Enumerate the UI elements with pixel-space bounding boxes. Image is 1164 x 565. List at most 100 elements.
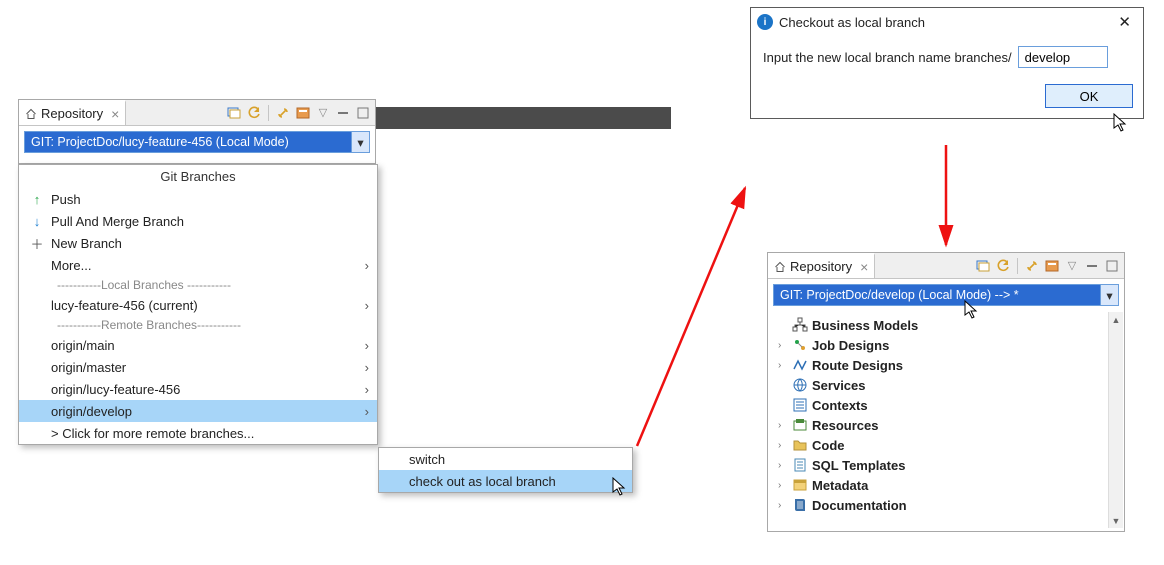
chevron-right-icon: › [778,500,788,511]
menu-click-more-remote[interactable]: > Click for more remote branches... [19,422,377,444]
chevron-down-icon[interactable]: ▾ [1100,285,1118,305]
hierarchy-icon [792,317,808,333]
tree-node-documentation[interactable]: › Documentation [778,495,1124,515]
job-icon [792,337,808,353]
local-branches-divider: -----------Local Branches ----------- [19,276,377,294]
collapse-all-icon[interactable] [226,105,242,121]
maximize-icon[interactable] [1104,258,1120,274]
chevron-right-icon: › [365,360,369,375]
editor-dark-bar [376,107,671,129]
repository-tree: Business Models › Job Designs › Route De… [768,311,1124,519]
chevron-right-icon: › [778,440,788,451]
menu-remote-lucy[interactable]: origin/lucy-feature-456 › [19,378,377,400]
separator-icon [268,105,269,121]
close-icon[interactable]: × [860,259,868,275]
filter-icon[interactable] [295,105,311,121]
tree-node-job-designs[interactable]: › Job Designs [778,335,1124,355]
repository-tab[interactable]: Repository × [19,100,126,125]
close-icon[interactable]: × [111,106,119,122]
git-branches-menu: Git Branches ↑ Push ↓ Pull And Merge Bra… [18,164,378,445]
book-icon [792,497,808,513]
tab-row: Repository × ▽ [19,100,375,126]
tree-node-contexts[interactable]: Contexts [778,395,1124,415]
submenu-switch[interactable]: switch [379,448,632,470]
repository-tab[interactable]: Repository × [768,253,875,278]
tree-node-services[interactable]: Services [778,375,1124,395]
tree-node-metadata[interactable]: › Metadata [778,475,1124,495]
branch-combo[interactable]: GIT: ProjectDoc/lucy-feature-456 (Local … [24,131,370,153]
minimize-icon[interactable] [335,105,351,121]
resources-icon [792,417,808,433]
vertical-scrollbar[interactable]: ▲ ▼ [1108,312,1123,528]
menu-remote-develop[interactable]: origin/develop › [19,400,377,422]
checkout-dialog: i Checkout as local branch ✕ Input the n… [750,7,1144,119]
remote-branches-divider: -----------Remote Branches----------- [19,316,377,334]
tree-node-business-models[interactable]: Business Models [778,315,1124,335]
menu-new-branch[interactable]: ＋ New Branch [19,232,377,254]
cursor-icon [964,300,980,320]
chevron-right-icon: › [365,338,369,353]
menu-remote-master[interactable]: origin/master › [19,356,377,378]
dialog-app-icon: i [757,14,773,30]
tree-node-resources[interactable]: › Resources [778,415,1124,435]
submenu-checkout[interactable]: check out as local branch [379,470,632,492]
maximize-icon[interactable] [355,105,371,121]
branch-submenu: switch check out as local branch [378,447,633,493]
cursor-icon [612,477,628,497]
dialog-title: Checkout as local branch [779,15,925,30]
minimize-icon[interactable] [1084,258,1100,274]
route-icon [792,357,808,373]
branch-name-input[interactable] [1018,46,1108,68]
chevron-right-icon: › [365,258,369,273]
tab-label: Repository [41,106,103,121]
panel-toolbar: ▽ [975,253,1124,278]
tab-row: Repository × ▽ [768,253,1124,279]
menu-pull-merge[interactable]: ↓ Pull And Merge Branch [19,210,377,232]
chevron-right-icon: › [778,420,788,431]
chevron-right-icon: › [365,298,369,313]
link-icon[interactable] [1024,258,1040,274]
menu-local-current[interactable]: lucy-feature-456 (current) › [19,294,377,316]
chevron-right-icon: › [365,382,369,397]
sql-icon [792,457,808,473]
metadata-icon [792,477,808,493]
chevron-right-icon: › [778,480,788,491]
tree-node-code[interactable]: › Code [778,435,1124,455]
filter-icon[interactable] [1044,258,1060,274]
plus-icon: ＋ [29,234,45,253]
tree-node-sql-templates[interactable]: › SQL Templates [778,455,1124,475]
menu-header: Git Branches [19,165,377,188]
link-icon[interactable] [275,105,291,121]
tree-node-route-designs[interactable]: › Route Designs [778,355,1124,375]
refresh-icon[interactable] [246,105,262,121]
separator-icon [1017,258,1018,274]
ok-button[interactable]: OK [1045,84,1133,108]
branch-combo-text: GIT: ProjectDoc/develop (Local Mode) -->… [774,288,1100,302]
chevron-right-icon: › [365,404,369,419]
view-menu-icon[interactable]: ▽ [315,105,331,121]
tab-label: Repository [790,259,852,274]
refresh-icon[interactable] [995,258,1011,274]
branch-combo[interactable]: GIT: ProjectDoc/develop (Local Mode) -->… [773,284,1119,306]
branch-combo-text: GIT: ProjectDoc/lucy-feature-456 (Local … [25,135,351,149]
chevron-right-icon: › [778,340,788,351]
dialog-titlebar: i Checkout as local branch ✕ [751,8,1143,36]
globe-icon [792,377,808,393]
scroll-up-icon[interactable]: ▲ [1109,312,1123,327]
chevron-right-icon: › [778,460,788,471]
folder-icon [792,437,808,453]
collapse-all-icon[interactable] [975,258,991,274]
close-icon[interactable]: ✕ [1112,11,1137,33]
menu-remote-main[interactable]: origin/main › [19,334,377,356]
panel-toolbar: ▽ [226,100,375,125]
chevron-down-icon[interactable]: ▾ [351,132,369,152]
menu-more[interactable]: More... › [19,254,377,276]
chevron-right-icon: › [778,360,788,371]
list-icon [792,397,808,413]
right-repository-panel: Repository × ▽ GIT: ProjectDoc/develop (… [767,252,1125,532]
arrow-down-icon: ↓ [29,214,45,229]
menu-push[interactable]: ↑ Push [19,188,377,210]
left-repository-panel: Repository × ▽ GIT: ProjectDoc/lucy-feat… [18,99,376,164]
scroll-down-icon[interactable]: ▼ [1109,513,1123,528]
view-menu-icon[interactable]: ▽ [1064,258,1080,274]
